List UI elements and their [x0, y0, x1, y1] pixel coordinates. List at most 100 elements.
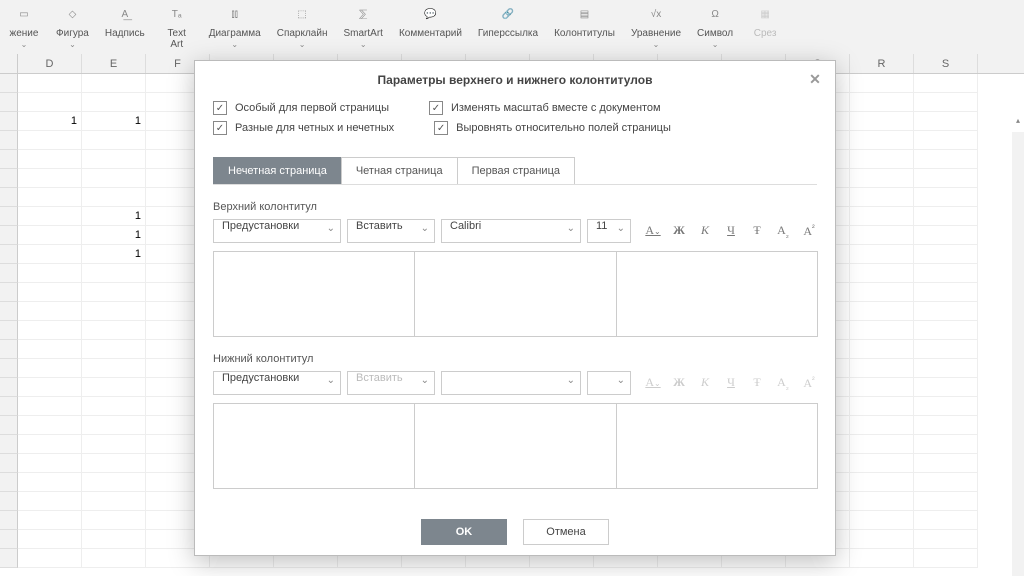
- check-first-page[interactable]: ✓Особый для первой страницы: [213, 101, 389, 115]
- row-header[interactable]: [0, 321, 18, 340]
- cell[interactable]: [914, 93, 978, 112]
- cell[interactable]: [914, 131, 978, 150]
- row-header[interactable]: [0, 150, 18, 169]
- cell[interactable]: [850, 359, 914, 378]
- cell[interactable]: [850, 150, 914, 169]
- cell[interactable]: [914, 169, 978, 188]
- header-right[interactable]: [616, 251, 818, 337]
- cell[interactable]: [850, 435, 914, 454]
- cell[interactable]: [914, 112, 978, 131]
- insert-dropdown[interactable]: Вставить: [347, 219, 435, 243]
- ribbon-спарклайн[interactable]: ⬚Спарклайн⌄: [269, 2, 336, 60]
- cell[interactable]: 1: [18, 112, 82, 131]
- ribbon-комментарий[interactable]: 💬Комментарий: [391, 2, 470, 60]
- cell[interactable]: [914, 74, 978, 93]
- cell[interactable]: [850, 302, 914, 321]
- ribbon-гиперссылка[interactable]: 🔗Гиперссылка: [470, 2, 546, 60]
- row-header[interactable]: [0, 245, 18, 264]
- cell[interactable]: [18, 473, 82, 492]
- ribbon-символ[interactable]: ΩСимвол⌄: [689, 2, 741, 60]
- col-header[interactable]: R: [850, 54, 914, 73]
- cell[interactable]: [850, 169, 914, 188]
- cell[interactable]: [82, 492, 146, 511]
- cell[interactable]: [82, 264, 146, 283]
- cell[interactable]: [914, 245, 978, 264]
- presets-dropdown[interactable]: Предустановки: [213, 371, 341, 395]
- vertical-scrollbar[interactable]: [1012, 132, 1024, 576]
- underline-icon[interactable]: Ч: [723, 223, 739, 238]
- check-align[interactable]: ✓Выровнять относительно полей страницы: [434, 121, 671, 135]
- col-header[interactable]: D: [18, 54, 82, 73]
- close-icon[interactable]: ✕: [807, 71, 823, 87]
- cell[interactable]: [82, 74, 146, 93]
- tab-odd[interactable]: Нечетная страница: [213, 157, 342, 184]
- cell[interactable]: [18, 226, 82, 245]
- cell[interactable]: [82, 378, 146, 397]
- cell[interactable]: [914, 188, 978, 207]
- cell[interactable]: 1: [82, 207, 146, 226]
- row-header[interactable]: [0, 131, 18, 150]
- cell[interactable]: [914, 492, 978, 511]
- cell[interactable]: [850, 93, 914, 112]
- ribbon-жение[interactable]: ▭жение⌄: [0, 2, 48, 60]
- tab-first[interactable]: Первая страница: [457, 157, 575, 184]
- row-header[interactable]: [0, 397, 18, 416]
- check-scale[interactable]: ✓Изменять масштаб вместе с документом: [429, 101, 661, 115]
- row-header[interactable]: [0, 188, 18, 207]
- row-header[interactable]: [0, 473, 18, 492]
- scroll-up-arrow[interactable]: ▴: [1012, 116, 1024, 128]
- row-header[interactable]: [0, 112, 18, 131]
- cell[interactable]: 1: [82, 245, 146, 264]
- cell[interactable]: [82, 321, 146, 340]
- ribbon-диаграмма[interactable]: ⫾⫾Диаграмма⌄: [201, 2, 269, 60]
- tab-even[interactable]: Четная страница: [341, 157, 458, 184]
- cell[interactable]: [850, 112, 914, 131]
- cell[interactable]: [82, 150, 146, 169]
- cell[interactable]: [850, 530, 914, 549]
- footer-left[interactable]: [213, 403, 415, 489]
- row-header[interactable]: [0, 378, 18, 397]
- cell[interactable]: [82, 435, 146, 454]
- col-header[interactable]: S: [914, 54, 978, 73]
- row-header[interactable]: [0, 530, 18, 549]
- cell[interactable]: [18, 454, 82, 473]
- row-header[interactable]: [0, 226, 18, 245]
- ribbon-text-art[interactable]: TₐText Art⌄: [153, 2, 201, 60]
- presets-dropdown[interactable]: Предустановки: [213, 219, 341, 243]
- cell[interactable]: [850, 397, 914, 416]
- cell[interactable]: [18, 169, 82, 188]
- cell[interactable]: [914, 226, 978, 245]
- row-header[interactable]: [0, 454, 18, 473]
- footer-right[interactable]: [616, 403, 818, 489]
- cell[interactable]: [82, 473, 146, 492]
- cell[interactable]: [850, 549, 914, 568]
- cell[interactable]: [18, 435, 82, 454]
- cell[interactable]: [914, 511, 978, 530]
- row-header[interactable]: [0, 359, 18, 378]
- cell[interactable]: [18, 397, 82, 416]
- cell[interactable]: [18, 549, 82, 568]
- cell[interactable]: 1: [82, 112, 146, 131]
- cell[interactable]: [850, 245, 914, 264]
- cell[interactable]: [18, 264, 82, 283]
- row-header[interactable]: [0, 511, 18, 530]
- cell[interactable]: [914, 150, 978, 169]
- cell[interactable]: [850, 416, 914, 435]
- cell[interactable]: [850, 74, 914, 93]
- row-header[interactable]: [0, 416, 18, 435]
- cell[interactable]: [850, 473, 914, 492]
- row-header[interactable]: [0, 283, 18, 302]
- cell[interactable]: [18, 283, 82, 302]
- cell[interactable]: [18, 131, 82, 150]
- cell[interactable]: [82, 302, 146, 321]
- check-odd-even[interactable]: ✓Разные для четных и нечетных: [213, 121, 394, 135]
- cell[interactable]: [18, 93, 82, 112]
- row-header[interactable]: [0, 435, 18, 454]
- cell[interactable]: [914, 207, 978, 226]
- cell[interactable]: [18, 150, 82, 169]
- cell[interactable]: [850, 454, 914, 473]
- cell[interactable]: [914, 416, 978, 435]
- cell[interactable]: [82, 283, 146, 302]
- ribbon-уравнение[interactable]: √xУравнение⌄: [623, 2, 689, 60]
- cell[interactable]: [850, 378, 914, 397]
